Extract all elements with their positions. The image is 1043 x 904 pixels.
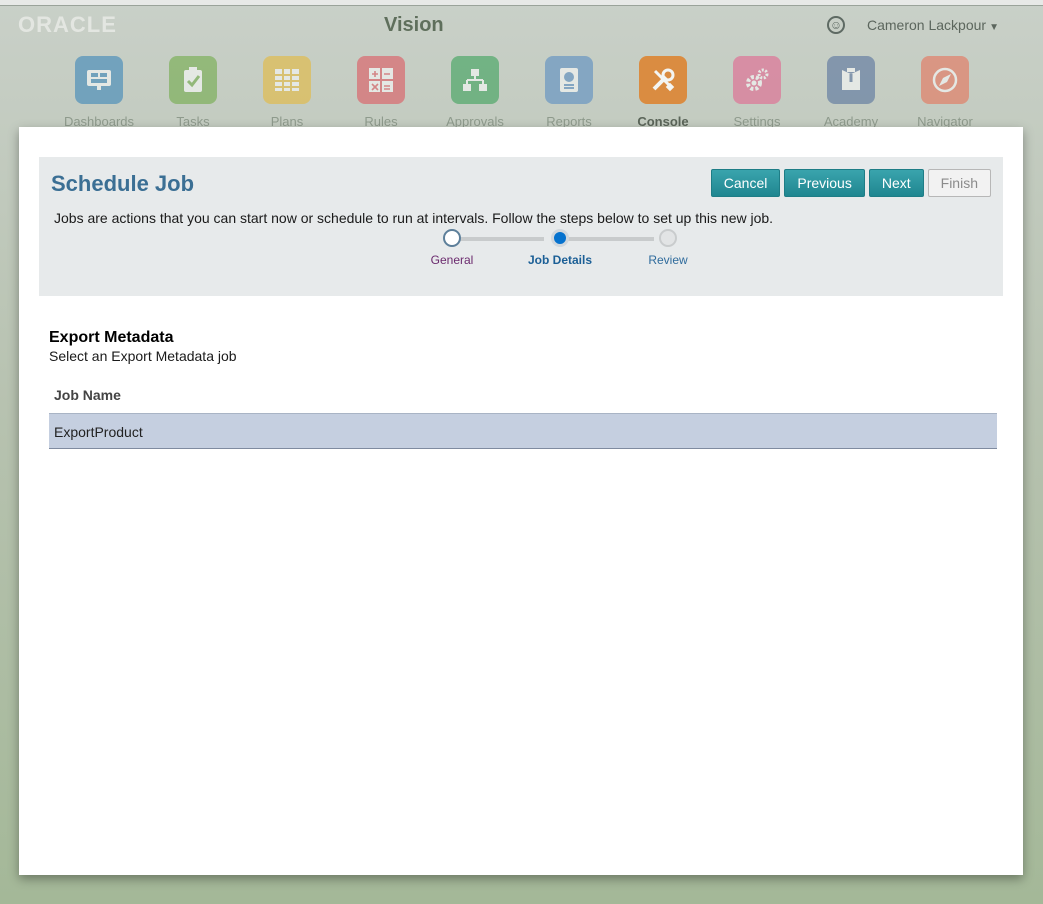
dialog-description: Jobs are actions that you can start now … xyxy=(54,210,774,226)
step-job-details-label: Job Details xyxy=(527,253,593,267)
step-train: General Job Details Review xyxy=(389,227,688,267)
navigator-compass-icon xyxy=(921,56,969,104)
step-review-indicator[interactable] xyxy=(659,229,677,247)
nav-item-tasks[interactable]: Tasks xyxy=(146,56,240,129)
next-button[interactable]: Next xyxy=(868,169,924,197)
finish-button: Finish xyxy=(927,169,991,197)
step-review-label[interactable]: Review xyxy=(648,253,687,267)
schedule-job-dialog: Schedule Job Cancel Previous Next Finish… xyxy=(19,127,1023,875)
table-row[interactable]: ExportProduct xyxy=(49,413,997,449)
nav-item-plans[interactable]: Plans xyxy=(240,56,334,129)
plans-grid-icon xyxy=(263,56,311,104)
cancel-button[interactable]: Cancel xyxy=(710,169,781,197)
dialog-button-bar: Cancel Previous Next Finish xyxy=(710,169,991,197)
console-tools-icon xyxy=(639,56,687,104)
user-name: Cameron Lackpour xyxy=(867,17,987,33)
academy-icon xyxy=(827,56,875,104)
reports-icon xyxy=(545,56,593,104)
oracle-logo: ORACLE xyxy=(18,12,117,37)
nav-item-academy[interactable]: Academy xyxy=(804,56,898,129)
chevron-down-icon: ▼ xyxy=(989,22,999,33)
section-title: Export Metadata xyxy=(49,329,174,346)
dashboard-icon xyxy=(75,56,123,104)
column-header-job-name[interactable]: Job Name xyxy=(54,387,121,403)
nav-item-dashboards[interactable]: Dashboards xyxy=(52,56,146,129)
nav-item-approvals[interactable]: Approvals xyxy=(428,56,522,129)
dialog-header-panel: Schedule Job Cancel Previous Next Finish… xyxy=(39,157,1003,296)
step-connector xyxy=(554,237,654,241)
nav-item-navigator[interactable]: Navigator xyxy=(898,56,992,129)
user-menu[interactable]: Cameron Lackpour ▼ xyxy=(867,17,999,33)
step-general-indicator[interactable] xyxy=(443,229,461,247)
springboard-nav: Dashboards Tasks Plans Rules Approvals R… xyxy=(52,56,992,129)
rules-calculator-icon xyxy=(357,56,405,104)
previous-button[interactable]: Previous xyxy=(784,169,865,197)
app-title: Vision xyxy=(384,14,444,36)
section-subtitle: Select an Export Metadata job xyxy=(49,348,237,364)
tasks-icon xyxy=(169,56,217,104)
approvals-hierarchy-icon xyxy=(451,56,499,104)
nav-item-settings[interactable]: Settings xyxy=(710,56,804,129)
step-job-details-indicator xyxy=(551,229,569,247)
settings-gears-icon xyxy=(733,56,781,104)
window-top-border xyxy=(0,0,1043,6)
dialog-title: Schedule Job xyxy=(51,171,195,196)
nav-item-rules[interactable]: Rules xyxy=(334,56,428,129)
job-name-cell: ExportProduct xyxy=(54,424,143,440)
nav-item-console[interactable]: Console xyxy=(616,56,710,129)
step-general-label[interactable]: General xyxy=(431,253,474,267)
nav-item-reports[interactable]: Reports xyxy=(522,56,616,129)
accessibility-icon[interactable]: ☺ xyxy=(827,16,845,34)
